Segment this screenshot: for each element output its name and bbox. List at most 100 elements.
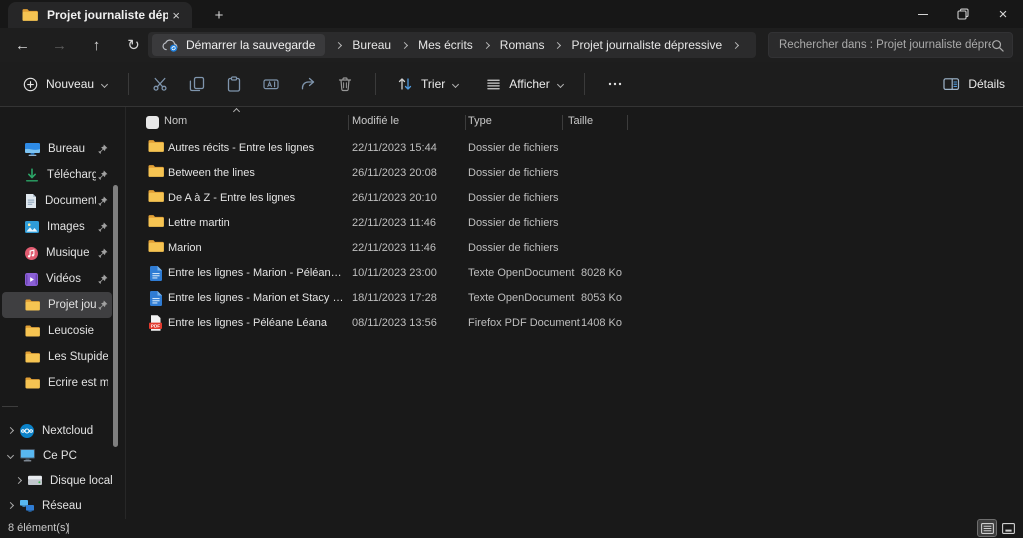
cut-button[interactable] [141,68,178,100]
file-type: Dossier de fichiers [468,217,560,229]
rename-button[interactable] [252,68,289,100]
breadcrumb-item-current-folder[interactable]: Projet journaliste dépressive [571,38,722,52]
restore-button[interactable] [943,0,983,28]
column-header-name[interactable]: Nom [164,115,187,127]
new-button[interactable]: Nouveau [14,68,116,100]
file-size: 8053 Ko [536,292,622,304]
sidebar-item-images[interactable]: Images [2,214,112,240]
pin-icon [98,300,108,310]
back-button[interactable]: ← [4,37,41,54]
table-row[interactable]: Entre les lignes - Marion - Péléane Léan… [126,261,1023,286]
file-size: 1408 Ko [536,317,622,329]
refresh-button[interactable]: ↻ [115,36,152,54]
toolbar-divider [584,73,585,95]
new-tab-button[interactable]: + [206,3,232,27]
paste-button[interactable] [215,68,252,100]
breadcrumb[interactable]: Démarrer la sauvegarde Bureau Mes écrits… [148,32,756,58]
sort-button[interactable]: Trier [388,68,467,100]
chevron-right-icon[interactable] [554,41,561,48]
sidebar-item-projet-journaliste[interactable]: Projet journaliste dépressive [2,292,112,318]
sidebar-item-musique[interactable]: Musique [2,240,112,266]
minimize-button[interactable] [903,0,943,28]
column-divider[interactable] [465,115,466,130]
forward-button[interactable]: → [41,37,78,54]
file-size: 8028 Ko [536,267,622,279]
column-header-modified[interactable]: Modifié le [352,115,399,127]
table-row[interactable]: PDF Entre les lignes - Péléane Léana 08/… [126,311,1023,336]
sidebar-item-label: Vidéos [46,273,96,285]
delete-button[interactable] [326,68,363,100]
explorer-tab[interactable]: Projet journaliste dépressive × [8,2,192,28]
sidebar-item-nextcloud[interactable]: Nextcloud [0,418,112,443]
breadcrumb-item-mes-ecrits[interactable]: Mes écrits [418,38,473,52]
table-row[interactable]: Marion 22/11/2023 11:46 Dossier de fichi… [126,236,1023,261]
column-header-size[interactable]: Taille [568,115,593,127]
close-tab-icon[interactable]: × [168,8,184,23]
table-row[interactable]: Autres récits - Entre les lignes 22/11/2… [126,136,1023,161]
chevron-right-icon[interactable] [401,41,408,48]
folder-icon [25,377,40,389]
table-row[interactable]: Lettre martin 22/11/2023 11:46 Dossier d… [126,211,1023,236]
sidebar-item-reseau[interactable]: Réseau [0,493,112,518]
share-button[interactable] [289,68,326,100]
sidebar-scrollbar[interactable] [113,185,118,447]
chevron-right-icon[interactable] [7,502,14,509]
chevron-down-icon[interactable] [7,452,14,459]
chevron-down-icon [452,80,459,87]
breadcrumb-item-bureau[interactable]: Bureau [352,38,391,52]
sidebar-item-bureau[interactable]: Bureau [2,136,112,162]
sidebar-item-label: Nextcloud [42,425,112,437]
sidebar-section-divider [2,406,18,407]
chevron-right-icon[interactable] [732,41,739,48]
more-options-button[interactable] [597,68,634,100]
sidebar-item-label: Leucosie [48,325,108,337]
sidebar-item-ce-pc[interactable]: Ce PC [0,443,112,468]
sidebar-item-videos[interactable]: Vidéos [2,266,112,292]
column-divider[interactable] [562,115,563,130]
chevron-right-icon[interactable] [483,41,490,48]
odt-file-icon [150,266,162,281]
copy-button[interactable] [178,68,215,100]
column-header-type[interactable]: Type [468,115,492,127]
file-name: Autres récits - Entre les lignes [168,142,345,154]
sidebar-item-telechargements[interactable]: Téléchargements [2,162,112,188]
file-rows: Autres récits - Entre les lignes 22/11/2… [126,136,1023,336]
breadcrumb-item-romans[interactable]: Romans [500,38,545,52]
sidebar-item-leucosie[interactable]: Leucosie [2,318,112,344]
sidebar-item-ecrire[interactable]: Ecrire est ma sur [2,370,112,396]
scissors-icon [152,76,168,92]
sidebar-item-les-stupides[interactable]: Les Stupides [2,344,112,370]
details-view-toggle[interactable] [978,520,996,536]
chevron-right-icon[interactable] [335,41,342,48]
breadcrumb-item-sync[interactable]: Démarrer la sauvegarde [152,34,325,56]
svg-text:PDF: PDF [151,324,160,329]
up-button[interactable]: ↑ [78,37,115,54]
sidebar-item-label: Disque local (C:) [50,475,112,487]
table-row[interactable]: De A à Z - Entre les lignes 26/11/2023 2… [126,186,1023,211]
chevron-right-icon[interactable] [15,477,22,484]
table-row[interactable]: Between the lines 26/11/2023 20:08 Dossi… [126,161,1023,186]
sidebar-item-disque-local[interactable]: Disque local (C:) [0,468,112,493]
chevron-right-icon[interactable] [7,427,14,434]
search-icon[interactable] [991,39,1004,52]
column-divider[interactable] [627,115,628,130]
folder-icon [25,299,40,311]
file-modified: 22/11/2023 15:44 [352,142,464,154]
column-divider[interactable] [348,115,349,130]
pin-icon [98,196,108,206]
trash-icon [337,76,353,92]
select-all-checkbox[interactable] [146,116,159,129]
details-pane-button[interactable]: Détails [943,76,1005,92]
tab-title: Projet journaliste dépressive [47,8,168,22]
status-bar: 8 élément(s) [0,519,1023,538]
view-button[interactable]: Afficher [477,68,571,100]
thumbnail-view-toggle[interactable] [999,520,1017,536]
status-divider [68,523,69,534]
file-type: Dossier de fichiers [468,192,560,204]
close-window-button[interactable]: × [983,0,1023,28]
search-input[interactable]: Rechercher dans : Projet journaliste dép… [768,32,1013,58]
sidebar-item-documents[interactable]: Documents [2,188,112,214]
copy-icon [189,76,205,92]
table-row[interactable]: Entre les lignes - Marion et Stacy - Pél… [126,286,1023,311]
file-name: Entre les lignes - Marion - Péléane Léan… [168,267,345,279]
